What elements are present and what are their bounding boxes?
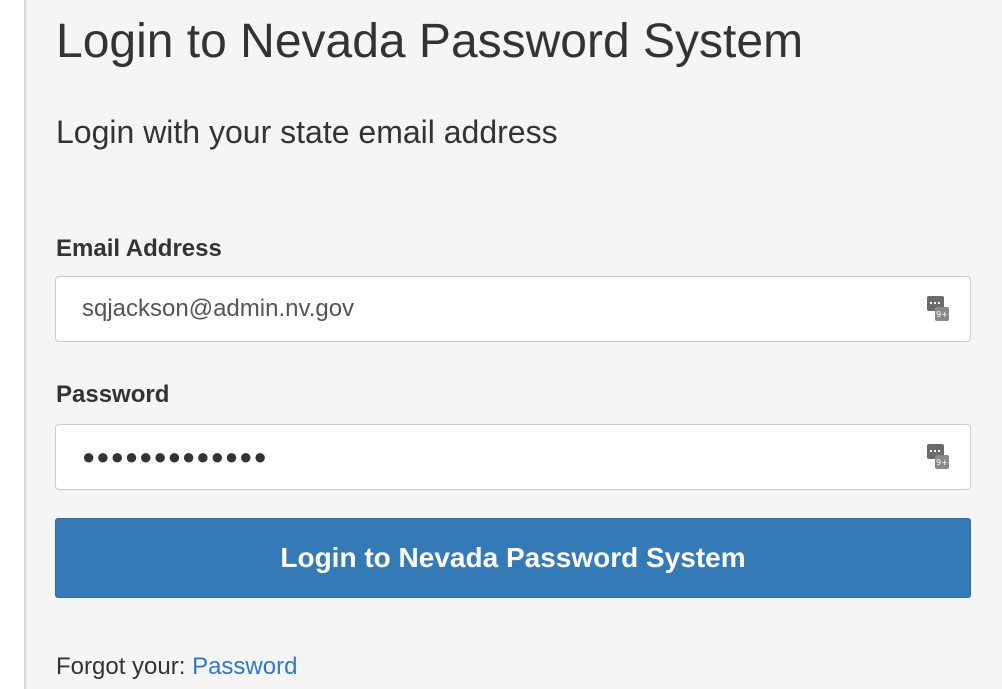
password-value[interactable]: ●●●●●●●●●●●●● — [82, 425, 268, 489]
forgot-prefix: Forgot your: — [56, 653, 186, 680]
page-subtitle: Login with your state email address — [56, 114, 558, 150]
password-field[interactable]: ●●●●●●●●●●●●● 9+ — [55, 424, 971, 490]
password-manager-key-icon[interactable]: 9+ — [926, 295, 950, 323]
svg-text:9+: 9+ — [936, 458, 948, 467]
forgot-row: Forgot your: Password — [56, 652, 297, 682]
email-field[interactable]: sqjackson@admin.nv.gov 9+ — [55, 276, 971, 342]
login-button[interactable]: Login to Nevada Password System — [55, 518, 971, 598]
login-panel: Login to Nevada Password System Login wi… — [24, 0, 1002, 689]
page-title: Login to Nevada Password System — [56, 15, 804, 68]
svg-text:9+: 9+ — [936, 310, 948, 319]
password-manager-key-icon[interactable]: 9+ — [926, 443, 950, 471]
password-label: Password — [56, 381, 170, 408]
email-label: Email Address — [56, 235, 222, 262]
email-value[interactable]: sqjackson@admin.nv.gov — [82, 277, 354, 341]
forgot-password-link[interactable]: Password — [192, 653, 297, 680]
